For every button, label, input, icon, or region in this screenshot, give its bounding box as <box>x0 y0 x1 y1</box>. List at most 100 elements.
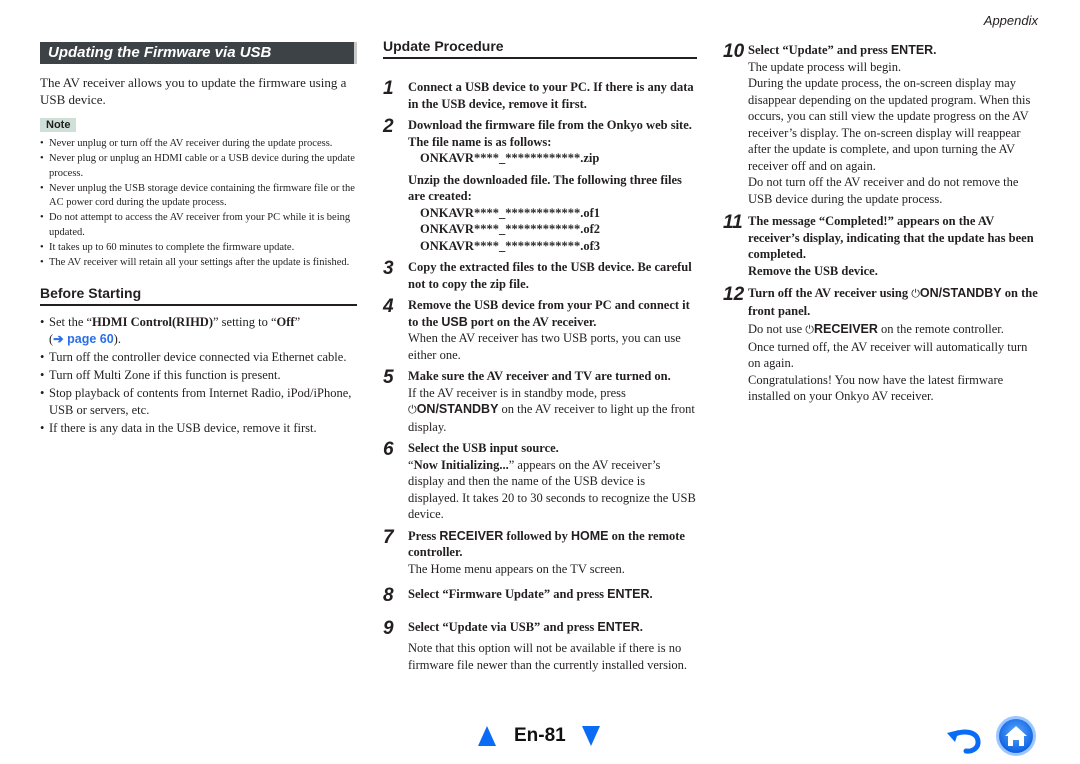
power-icon: ⏻ <box>911 287 920 300</box>
extracted-filename: ONKAVR****_************.of1 <box>420 205 600 220</box>
step-body: Note that this option will not be availa… <box>408 641 688 672</box>
step-number: 2 <box>383 116 394 137</box>
step-body: Do not turn off the AV receiver and do n… <box>748 175 1019 206</box>
step-title: Select “Update via USB” and press ENTER. <box>408 619 697 636</box>
text: Set the “ <box>49 314 93 329</box>
step-7: 7 Press RECEIVER followed by HOME on the… <box>383 526 697 578</box>
step-body: When the AV receiver has two USB ports, … <box>408 331 681 362</box>
step-number: 1 <box>383 78 394 99</box>
text: Press <box>408 528 440 543</box>
note-item: It takes up to 60 minutes to complete th… <box>40 241 357 256</box>
text: Select “Firmware Update” and press <box>408 587 608 601</box>
note-list: Never unplug or turn off the AV receiver… <box>40 137 357 271</box>
right-column: 10 Select “Update” and press ENTER. The … <box>723 42 1041 405</box>
button-name: ON/STANDBY <box>416 402 499 416</box>
step-title: Press RECEIVER followed by HOME on the r… <box>408 528 697 561</box>
home-icon[interactable] <box>995 715 1037 757</box>
setting-value: Off <box>276 314 295 329</box>
step-number: 9 <box>383 617 394 639</box>
text: . <box>649 587 653 601</box>
step-number: 3 <box>383 258 394 279</box>
unzip-instruction: Unzip the downloaded file. The following… <box>408 172 682 204</box>
text: Select “Update” and press <box>748 43 891 57</box>
step-title: Select “Firmware Update” and press ENTER… <box>408 586 697 603</box>
step-number: 7 <box>383 526 394 548</box>
step-3: 3 Copy the extracted files to the USB de… <box>383 259 697 292</box>
step-1: 1 Connect a USB device to your PC. If th… <box>383 79 697 112</box>
step-9: 9 Select “Update via USB” and press ENTE… <box>383 617 697 674</box>
before-item: Turn off Multi Zone if this function is … <box>40 367 357 384</box>
text: on the remote controller. <box>877 322 1004 336</box>
next-page-icon[interactable] <box>582 726 600 746</box>
text: Do not use <box>748 322 806 336</box>
step-6: 6 Select the USB input source. “Now Init… <box>383 440 697 523</box>
button-name: ON/STANDBY <box>919 286 1002 300</box>
step-title: Remove the USB device from your PC and c… <box>408 297 697 330</box>
button-name: HOME <box>571 528 609 543</box>
before-item: Stop playback of contents from Internet … <box>40 385 357 419</box>
step-number: 4 <box>383 296 394 317</box>
section-label: Appendix <box>983 13 1038 28</box>
port-name: USB <box>441 314 468 329</box>
section-title: Updating the Firmware via USB <box>40 42 357 64</box>
note-item: Do not attempt to access the AV receiver… <box>40 211 357 240</box>
step-title: Select the USB input source. <box>408 441 559 455</box>
step-title: Turn off the AV receiver using ⏻ON/STAND… <box>748 285 1041 319</box>
intro-paragraph: The AV receiver allows you to update the… <box>40 75 347 107</box>
text: Select “Update via USB” and press <box>408 619 598 634</box>
left-column: Updating the Firmware via USB The AV rec… <box>40 42 357 438</box>
text: If the AV receiver is in standby mode, p… <box>408 385 626 400</box>
note-item: Never plug or unplug an HDMI cable or a … <box>40 152 357 181</box>
step-title: Make sure the AV receiver and TV are tur… <box>408 369 671 383</box>
step-2: 2 Download the firmware file from the On… <box>383 117 697 254</box>
button-name: RECEIVER <box>814 322 878 336</box>
step-number: 10 <box>723 41 745 62</box>
step-title: Connect a USB device to your PC. If ther… <box>408 80 694 111</box>
button-name: ENTER <box>607 587 650 601</box>
update-procedure-heading: Update Procedure <box>383 38 697 59</box>
before-starting-list: Set the “HDMI Control(RIHD)” setting to … <box>40 314 357 437</box>
text: . <box>639 619 643 634</box>
step-number: 6 <box>383 439 394 460</box>
step-5: 5 Make sure the AV receiver and TV are t… <box>383 368 697 435</box>
setting-name: HDMI Control(RIHD) <box>92 314 213 329</box>
step-body: Once turned off, the AV receiver will au… <box>748 339 1028 371</box>
middle-column: Update Procedure 1 Connect a USB device … <box>383 38 697 673</box>
step-body: If the AV receiver is in standby mode, p… <box>408 385 697 436</box>
step-10: 10 Select “Update” and press ENTER. The … <box>723 42 1041 207</box>
extracted-filename: ONKAVR****_************.of2 <box>420 222 600 236</box>
step-title: Remove the USB device. <box>748 263 878 278</box>
note-item: The AV receiver will retain all your set… <box>40 256 357 271</box>
step-number: 5 <box>383 367 394 388</box>
step-11: 11 The message “Completed!” appears on t… <box>723 213 1041 279</box>
text: ” setting to “ <box>213 314 277 329</box>
back-icon[interactable] <box>945 721 987 755</box>
page-link[interactable]: ➔ page 60 <box>53 332 114 346</box>
text: port on the AV receiver. <box>467 314 597 329</box>
previous-page-icon[interactable] <box>478 726 496 746</box>
power-icon: ⏻ <box>805 323 814 336</box>
note-item: Never unplug or turn off the AV receiver… <box>40 137 357 152</box>
step-number: 8 <box>383 585 394 606</box>
button-name: RECEIVER <box>439 528 504 543</box>
note-label: Note <box>40 118 77 132</box>
step-body: Congratulations! You now have the latest… <box>748 372 1004 404</box>
text: Turn off the AV receiver using <box>748 286 912 300</box>
before-item: Set the “HDMI Control(RIHD)” setting to … <box>40 314 357 348</box>
before-item: Turn off the controller device connected… <box>40 349 357 366</box>
before-starting-heading: Before Starting <box>40 285 357 306</box>
zip-filename: ONKAVR****_************.zip <box>420 151 600 165</box>
step-8: 8 Select “Firmware Update” and press ENT… <box>383 585 697 606</box>
step-title: Select “Update” and press ENTER. <box>748 42 1041 59</box>
step-body: Do not use ⏻RECEIVER on the remote contr… <box>748 321 1041 339</box>
step-body: The update process will begin. <box>748 59 902 74</box>
text: followed by <box>503 528 571 543</box>
display-message: Now Initializing... <box>413 457 509 472</box>
note-item: Never unplug the USB storage device cont… <box>40 182 357 211</box>
page-number: En-81 <box>514 725 566 746</box>
step-title: Download the firmware file from the Onky… <box>408 118 692 149</box>
step-4: 4 Remove the USB device from your PC and… <box>383 297 697 363</box>
step-title: The message “Completed!” appears on the … <box>748 214 1034 261</box>
step-body: During the update process, the on-screen… <box>748 76 1031 173</box>
page-footer: En-81 <box>0 716 1080 756</box>
